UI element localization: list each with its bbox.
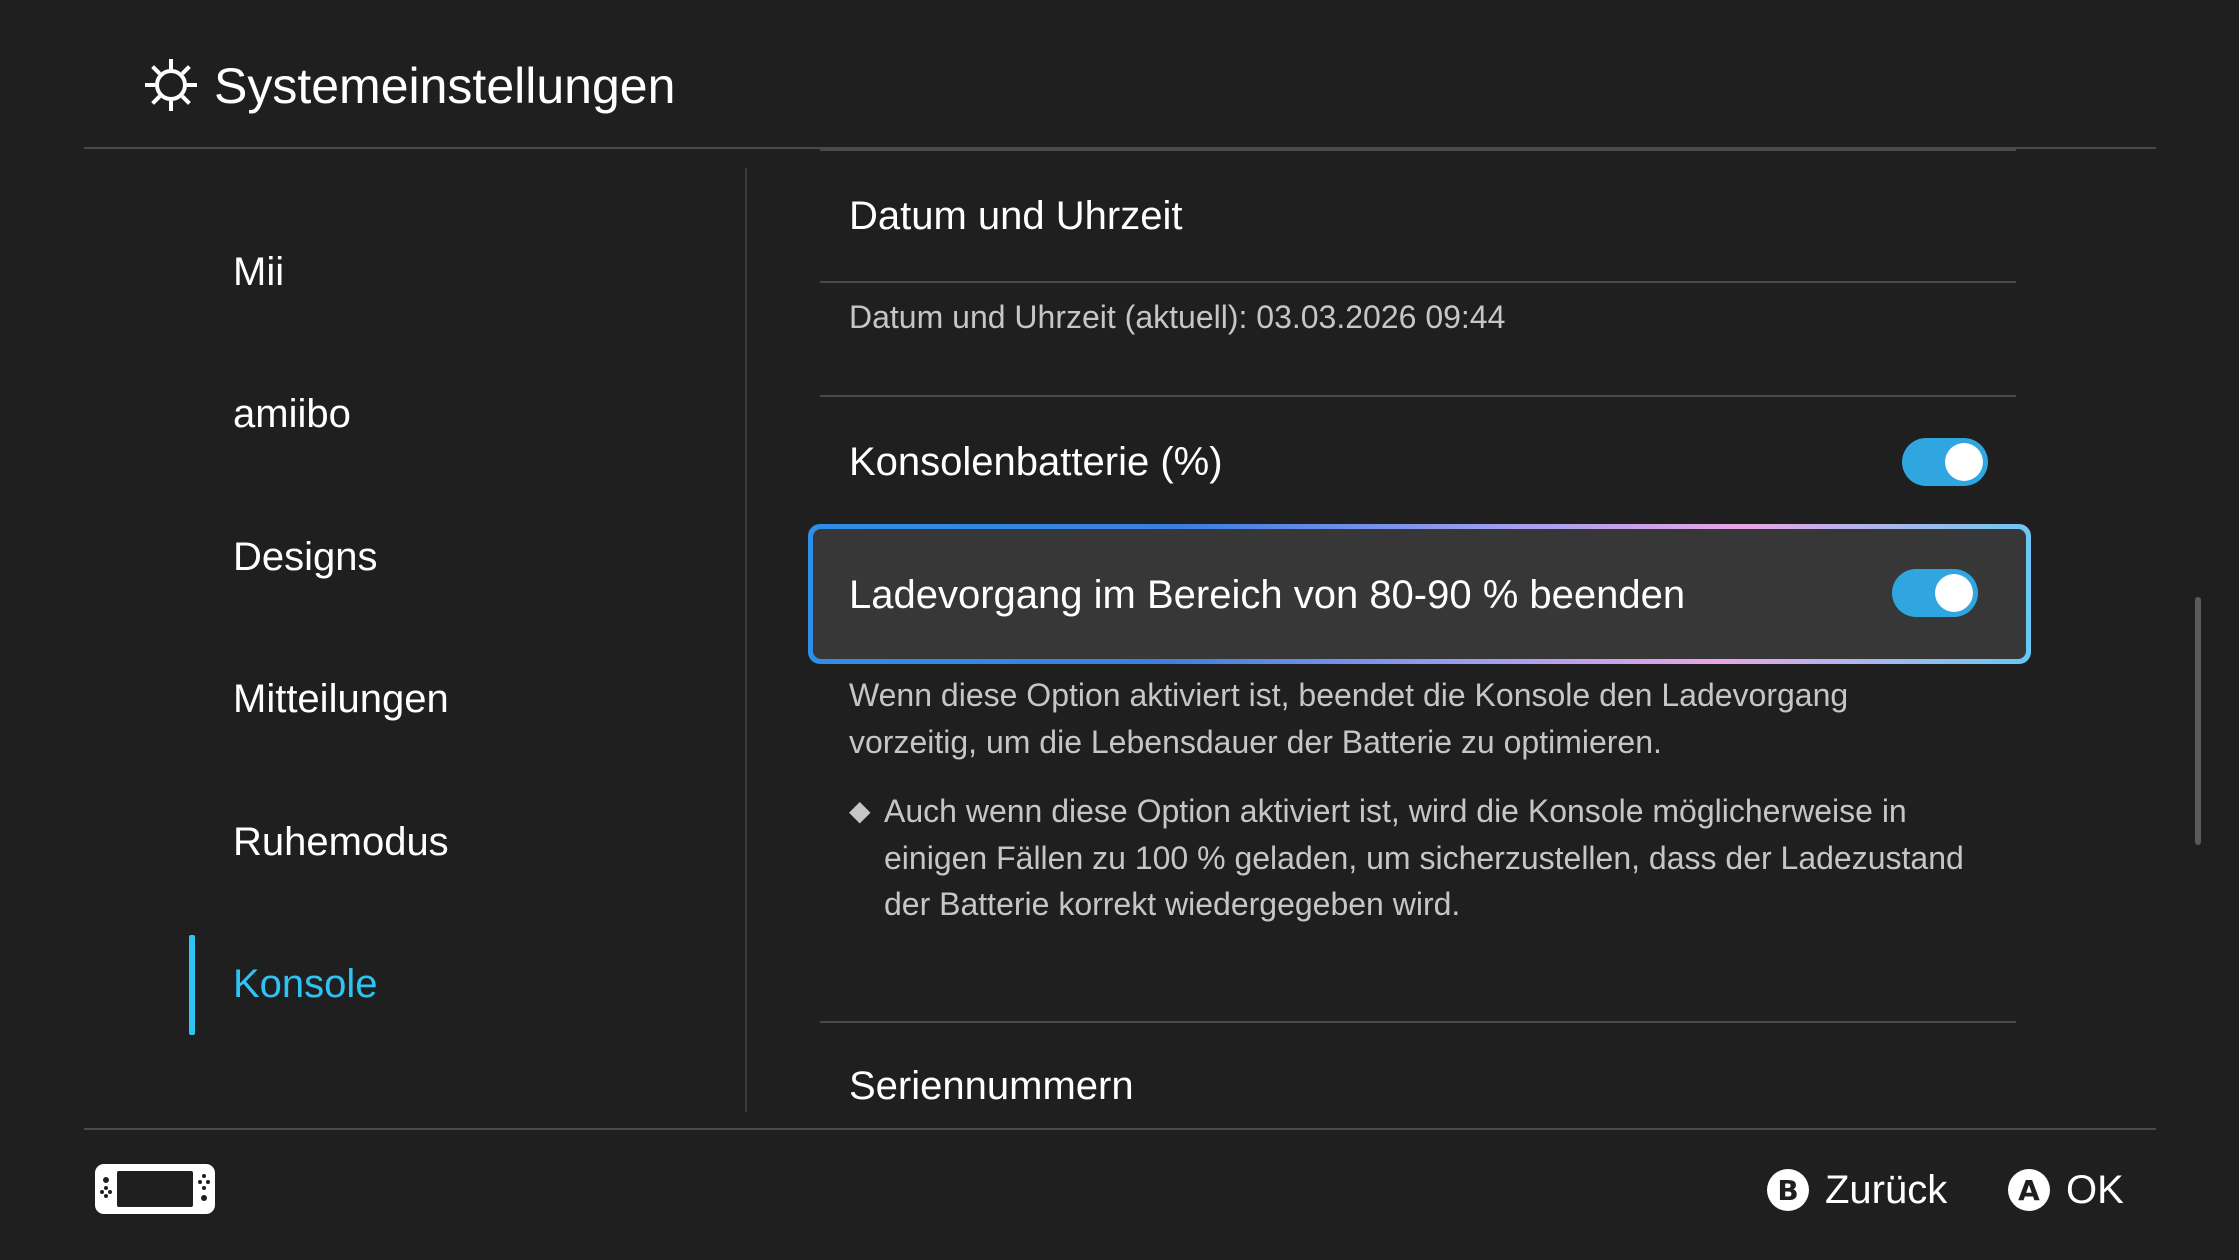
divider (820, 395, 2016, 397)
datetime-title[interactable]: Datum und Uhrzeit (849, 188, 1182, 244)
sidebar: Mii amiibo Designs Mitteilungen Ruhemodu… (0, 149, 746, 1128)
battery-percent-row[interactable]: Konsolenbatterie (%) (820, 414, 2016, 508)
sidebar-item-mitteilungen[interactable]: Mitteilungen (233, 671, 449, 727)
description-line-1: Wenn diese Option aktiviert ist, beendet… (849, 677, 1849, 713)
divider (820, 1021, 2016, 1023)
toggle-knob (1945, 443, 1983, 481)
b-button-icon: B (1767, 1169, 1809, 1211)
note-line-1: Auch wenn diese Option aktiviert ist, wi… (884, 793, 1907, 829)
toggle-knob (1935, 574, 1973, 612)
sidebar-item-amiibo[interactable]: amiibo (233, 386, 351, 442)
header: Systemeinstellungen (0, 0, 2239, 149)
charge-limit-label: Ladevorgang im Bereich von 80-90 % beend… (849, 573, 1686, 617)
note-line-2: einigen Fällen zu 100 % geladen, um sich… (884, 840, 1964, 876)
gear-icon (145, 59, 197, 111)
serial-title[interactable]: Seriennummern (849, 1058, 1134, 1114)
a-button-icon: A (2008, 1169, 2050, 1211)
divider (820, 149, 2016, 151)
active-indicator (189, 935, 195, 1035)
back-label: Zurück (1825, 1167, 1948, 1212)
charge-limit-toggle[interactable] (1892, 569, 1978, 617)
battery-percent-label: Konsolenbatterie (%) (849, 440, 1223, 484)
page-title: Systemeinstellungen (214, 58, 676, 114)
battery-percent-toggle[interactable] (1902, 438, 1988, 486)
sidebar-item-ruhemodus[interactable]: Ruhemodus (233, 814, 449, 870)
ok-hint[interactable]: A OK (2008, 1160, 2124, 1220)
back-hint[interactable]: B Zurück (1767, 1160, 1947, 1220)
scrollbar[interactable] (2195, 597, 2201, 845)
sidebar-item-mii[interactable]: Mii (233, 244, 284, 300)
description-line-2: vorzeitig, um die Lebensdauer der Batter… (849, 724, 1662, 760)
divider (820, 281, 2016, 283)
charge-limit-row-inner: Ladevorgang im Bereich von 80-90 % beend… (813, 529, 2026, 659)
datetime-info: Datum und Uhrzeit (aktuell): 03.03.2026 … (849, 299, 1506, 335)
note-line-3: der Batterie korrekt wiedergegeben wird. (884, 886, 1461, 922)
charge-limit-row[interactable]: Ladevorgang im Bereich von 80-90 % beend… (808, 524, 2031, 664)
sidebar-divider (745, 168, 747, 1112)
sidebar-item-designs[interactable]: Designs (233, 529, 378, 585)
footer-divider (84, 1128, 2156, 1130)
console-icon (95, 1164, 215, 1214)
ok-label: OK (2066, 1167, 2124, 1212)
diamond-bullet-icon: ◆ (849, 795, 871, 826)
sidebar-item-konsole[interactable]: Konsole (233, 956, 378, 1012)
